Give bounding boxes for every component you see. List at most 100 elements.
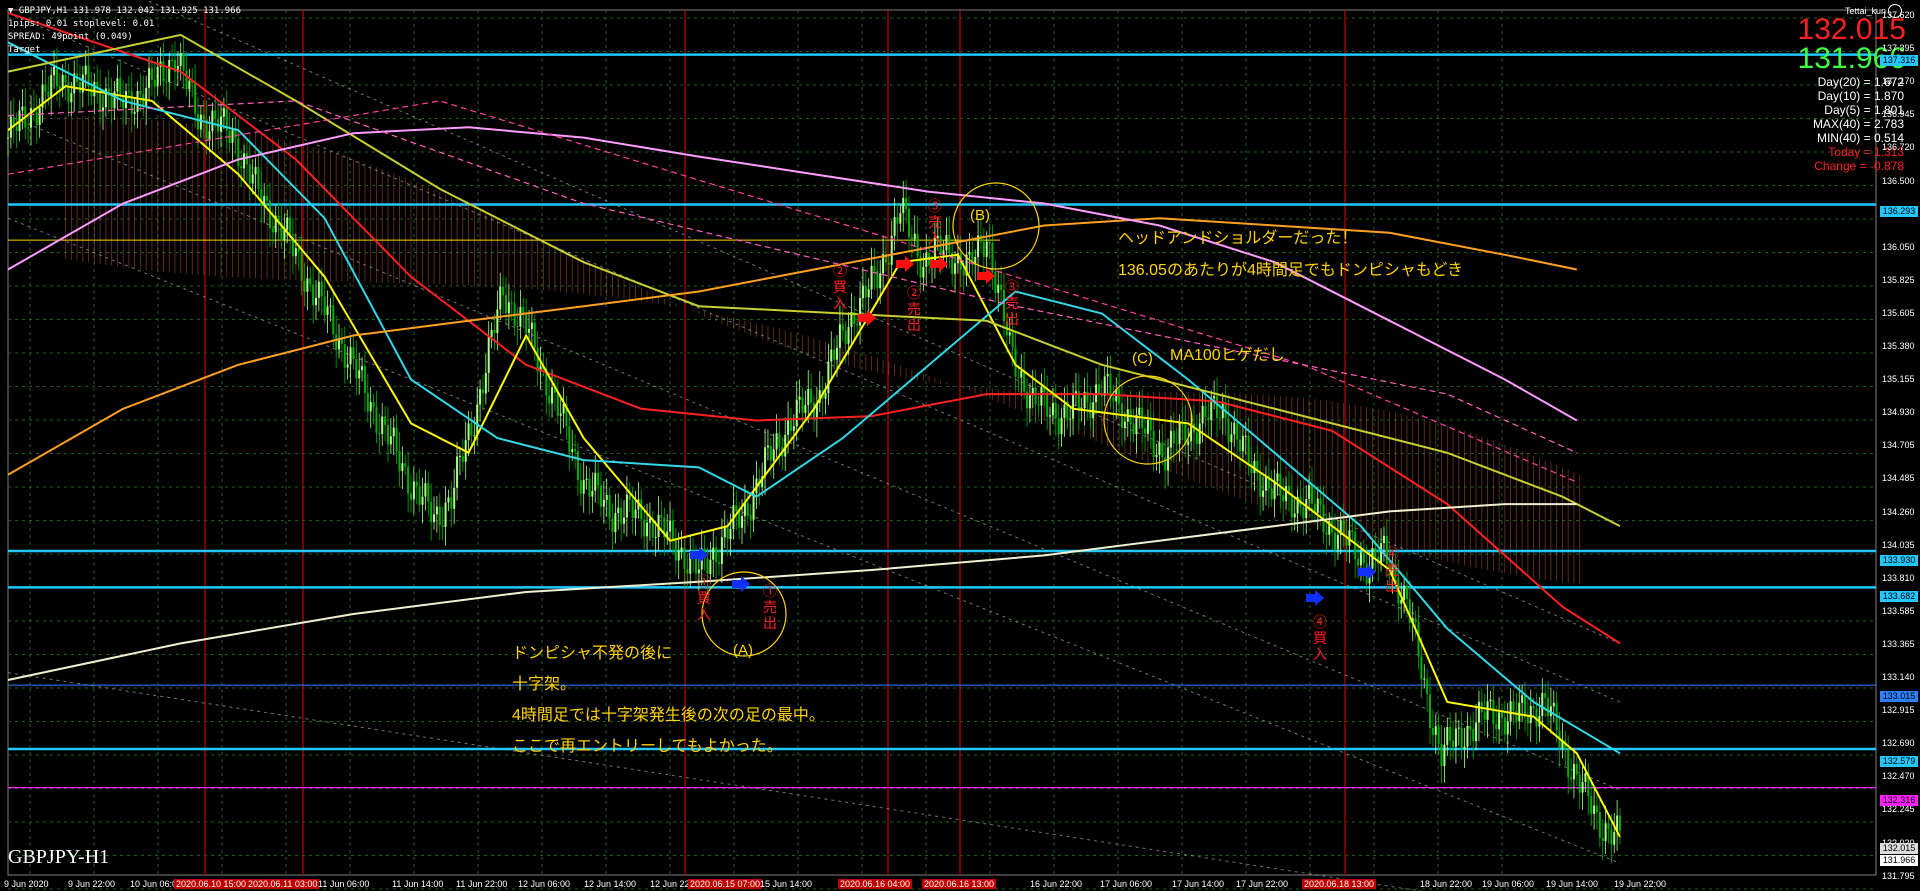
red-arrow-right-icon (930, 256, 948, 272)
target-line: Target (8, 45, 41, 55)
trade-4-buy-label: ④買入 (1313, 614, 1327, 662)
candle-body (271, 227, 274, 233)
mt4-chart-window[interactable]: ▼ GBPJPY,H1 131.978 132.042 131.925 131.… (0, 0, 1920, 891)
candle-body (1429, 694, 1432, 729)
trade-2-buy-label: ②買入 (833, 263, 847, 311)
candle-body (571, 449, 574, 453)
candle-body (303, 280, 306, 292)
candle-body (1457, 727, 1460, 729)
candle-body (873, 265, 876, 271)
candle-body (582, 479, 585, 494)
candle-body (378, 432, 381, 435)
candle-body (1293, 513, 1296, 518)
candle-body (1241, 435, 1244, 452)
price-tick-label: 134.260 (1882, 506, 1915, 517)
candle-body (1172, 430, 1175, 444)
candle-body (1475, 722, 1478, 742)
candle-body (245, 153, 248, 165)
candle-body (1106, 373, 1109, 377)
candle-body (153, 79, 156, 87)
candle-body (887, 262, 890, 265)
candle-body (968, 251, 971, 255)
candle-body (395, 427, 398, 452)
candle-body (594, 472, 597, 491)
candle-body (1279, 473, 1282, 496)
candle-body (335, 334, 338, 350)
trade-4-sell-label: ④売出 (1385, 546, 1399, 594)
candle-body (251, 174, 254, 184)
candle-body (579, 480, 582, 494)
candle-body (599, 485, 602, 507)
candle-body (1351, 530, 1354, 533)
price-chart[interactable] (0, 0, 1920, 891)
candle-body (1463, 746, 1466, 750)
candle-body (1506, 721, 1509, 735)
candle-body (435, 506, 438, 515)
candle-body (199, 114, 202, 130)
candle-body (1310, 485, 1313, 504)
candle-body (588, 478, 591, 497)
time-tick-label: 2020.06.15 07:00 (688, 879, 763, 889)
candle-body (648, 518, 651, 523)
candle-body (358, 370, 361, 379)
candle-body (746, 503, 749, 516)
trade-3-sell-label: ③売出 (1005, 279, 1019, 327)
candle-body (433, 514, 436, 523)
candle-body (283, 229, 286, 241)
time-tick-label: 2020.06.18 13:00 (1302, 879, 1377, 889)
candle-body (424, 483, 427, 497)
candle-body (833, 349, 836, 360)
candle-body (962, 270, 965, 276)
candle-body (398, 451, 401, 472)
candle-body (441, 525, 444, 527)
price-line-label: 131.966 (1880, 855, 1918, 866)
circle-b (952, 182, 1040, 270)
circle-b-label: (B) (970, 207, 990, 224)
candle-body (1017, 376, 1020, 378)
candle-body (493, 329, 496, 334)
candle-body (1218, 417, 1221, 419)
candle-body (899, 213, 902, 224)
candle-body (643, 519, 646, 537)
price-tick-label: 136.500 (1882, 175, 1915, 186)
price-tick-label: 135.825 (1882, 274, 1915, 285)
candle-body (502, 286, 505, 295)
candle-body (905, 198, 908, 210)
candle-body (476, 404, 479, 436)
candle-body (764, 447, 767, 477)
candle-body (1601, 837, 1604, 842)
price-tick-label: 132.690 (1882, 738, 1915, 749)
candle-body (1532, 705, 1535, 709)
candle-body (988, 241, 991, 244)
candle-body (148, 68, 151, 88)
candle-body (847, 326, 850, 344)
candle-body (516, 326, 519, 328)
candle-body (602, 499, 605, 507)
candle-body (1572, 763, 1575, 780)
candle-body (1570, 777, 1573, 780)
candle-body (864, 285, 867, 298)
candle-body (1227, 418, 1230, 443)
price-tick-label: 132.915 (1882, 705, 1915, 716)
candle-body (375, 407, 378, 433)
candle-body (254, 166, 257, 175)
candle-body (844, 330, 847, 344)
candle-body (484, 372, 487, 394)
candle-body (122, 96, 125, 108)
candle-body (444, 502, 447, 527)
candle-body (1336, 534, 1339, 550)
candle-body (499, 286, 502, 310)
candle-body (1233, 422, 1236, 435)
candle-body (778, 433, 781, 447)
candle-body (237, 138, 240, 167)
candle-body (430, 501, 433, 523)
candle-body (7, 137, 9, 139)
candle-body (461, 455, 464, 462)
candle-body (125, 91, 128, 108)
candle-body (211, 110, 214, 132)
candle-body (1259, 472, 1262, 497)
candle-body (1524, 695, 1527, 717)
candle-body (27, 127, 30, 129)
candle-body (1037, 404, 1040, 406)
price-tick-label: 133.365 (1882, 638, 1915, 649)
